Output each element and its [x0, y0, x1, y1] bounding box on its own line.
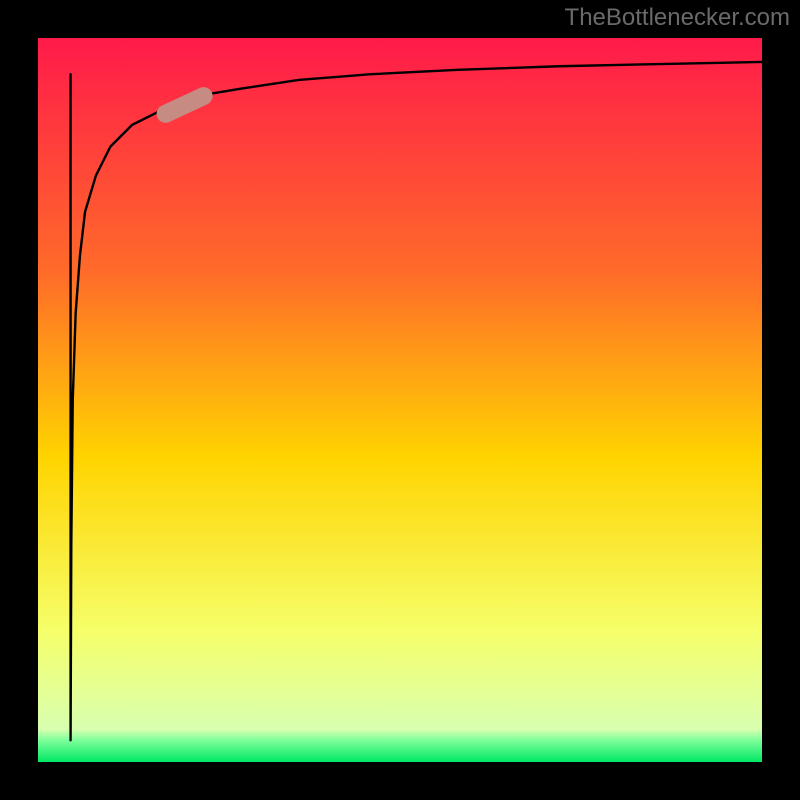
curve-layer [38, 38, 762, 762]
bottleneck-curve [71, 62, 762, 740]
plot-area [38, 38, 762, 762]
curve-marker [154, 84, 216, 126]
watermark-text: TheBottlenecker.com [565, 4, 790, 32]
chart-stage: TheBottlenecker.com [0, 0, 800, 800]
